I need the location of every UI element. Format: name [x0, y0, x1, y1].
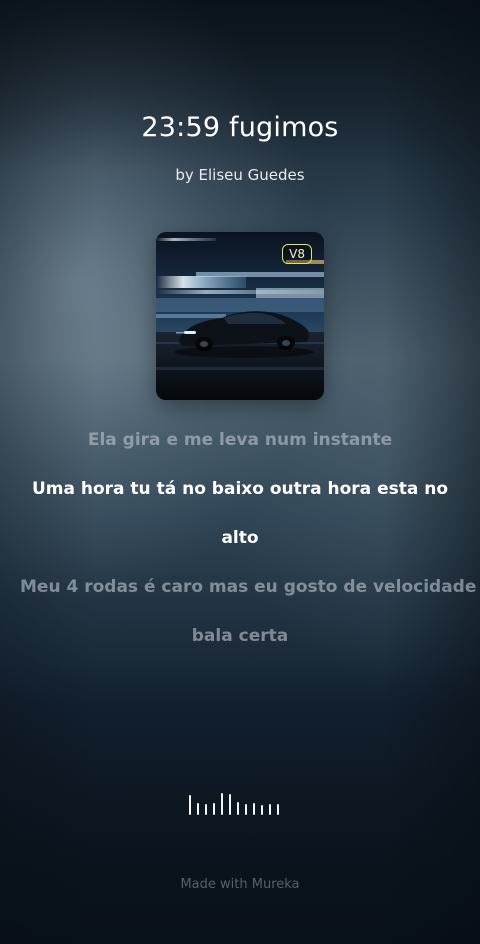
- waveform-bar: [269, 804, 271, 815]
- current-lyric-line-continued: alto: [221, 528, 259, 548]
- waveform-bar: [245, 804, 247, 815]
- waveform-bar: [261, 805, 263, 815]
- waveform-bar: [221, 793, 223, 815]
- v8-badge: V8: [282, 244, 312, 264]
- audio-waveform-icon: [189, 793, 283, 815]
- waveform-bar: [197, 803, 199, 815]
- waveform-bar: [205, 804, 207, 815]
- waveform-bar: [277, 804, 279, 815]
- album-cover: V8: [156, 232, 324, 400]
- current-lyric-line: Uma hora tu tá no baixo outra hora esta …: [31, 479, 449, 499]
- artist-name: by Eliseu Guedes: [175, 166, 305, 184]
- waveform-bar: [237, 802, 239, 815]
- waveform-bar: [189, 795, 191, 815]
- lyric-line: bala certa: [191, 626, 289, 646]
- song-title: 23:59 fugimos: [141, 112, 339, 143]
- lyric-line: Meu 4 rodas é caro mas eu gosto de veloc…: [20, 577, 477, 597]
- waveform-bar: [213, 803, 215, 815]
- waveform-bar: [229, 794, 231, 815]
- lyrics-panel[interactable]: Ela gira e me leva num instante Uma hora…: [20, 428, 477, 648]
- waveform-bar: [253, 803, 255, 815]
- lyric-line: Ela gira e me leva num instante: [87, 430, 393, 450]
- made-with-credit: Made with Mureka: [180, 877, 300, 892]
